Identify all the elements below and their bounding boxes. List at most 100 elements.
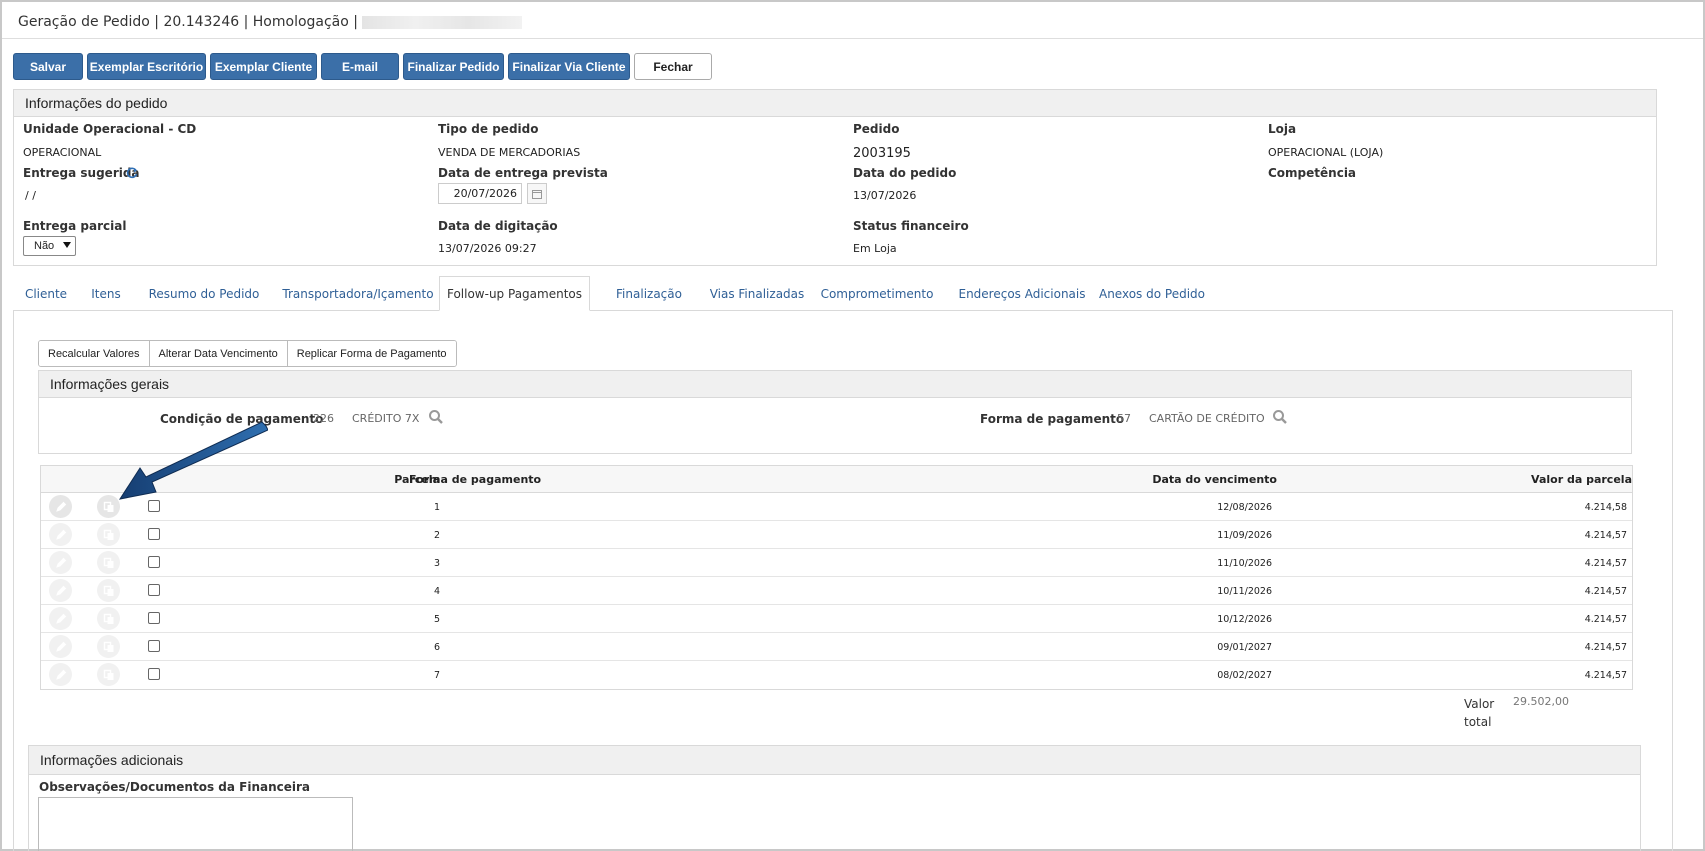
tab-followup-pagamentos[interactable]: Follow-up Pagamentos xyxy=(439,276,590,311)
col-forma-pagamento: Forma de pagamento xyxy=(409,473,542,486)
copy-icon[interactable] xyxy=(97,579,120,602)
total-label-line2: total xyxy=(1464,715,1492,729)
chevron-down-icon xyxy=(63,242,71,248)
row-checkbox[interactable] xyxy=(148,528,160,540)
tipo-pedido-label: Tipo de pedido xyxy=(438,122,539,136)
loja-label: Loja xyxy=(1268,122,1297,136)
total-value: 29.502,00 xyxy=(1513,695,1569,708)
finish-order-button[interactable]: Finalizar Pedido xyxy=(403,53,504,80)
copy-icon[interactable] xyxy=(97,663,120,686)
competencia-label: Competência xyxy=(1268,166,1357,180)
obs-label: Observações/Documentos da Financeira xyxy=(39,780,311,794)
entrega-sugerida-value: / / xyxy=(25,189,36,202)
order-info-header: Informações do pedido xyxy=(14,90,1656,117)
vencimento-cell: 09/01/2027 xyxy=(1217,642,1272,653)
forma-code: 57 xyxy=(1117,412,1131,425)
search-icon[interactable] xyxy=(428,409,444,425)
edit-icon[interactable] xyxy=(49,551,72,574)
loja-value: OPERACIONAL (LOJA) xyxy=(1268,146,1384,159)
copy-icon[interactable] xyxy=(97,523,120,546)
row-checkbox[interactable] xyxy=(148,584,160,596)
client-copy-button[interactable]: Exemplar Cliente xyxy=(210,53,317,80)
tab-anexos-pedido[interactable]: Anexos do Pedido xyxy=(1087,276,1217,311)
table-row: 1 12/08/2026 4.214,58 xyxy=(41,493,1632,521)
window-title: Geração de Pedido | 20.143246 | Homologa… xyxy=(18,14,358,30)
copy-icon[interactable] xyxy=(97,495,120,518)
data-digitacao-value: 13/07/2026 09:27 xyxy=(438,242,537,255)
save-button[interactable]: Salvar xyxy=(13,53,83,80)
valor-cell: 4.214,57 xyxy=(1584,558,1627,569)
edit-icon[interactable] xyxy=(49,663,72,686)
tab-comprometimento[interactable]: Comprometimento xyxy=(813,276,941,311)
parcela-cell: 7 xyxy=(433,670,440,681)
entrega-parcial-label: Entrega parcial xyxy=(23,219,127,233)
installments-table: Parcela Forma de pagamento Data do venci… xyxy=(40,465,1633,690)
copy-icon[interactable] xyxy=(97,607,120,630)
edit-icon[interactable] xyxy=(49,607,72,630)
tab-resumo-pedido[interactable]: Resumo do Pedido xyxy=(137,276,271,311)
parcela-cell: 5 xyxy=(433,614,440,625)
data-entrega-label: Data de entrega prevista xyxy=(438,166,608,180)
tab-itens[interactable]: Itens xyxy=(80,276,132,311)
valor-cell: 4.214,58 xyxy=(1584,502,1627,513)
vencimento-cell: 11/10/2026 xyxy=(1217,558,1272,569)
parcela-cell: 1 xyxy=(433,502,440,513)
calendar-icon[interactable] xyxy=(527,183,547,204)
entrega-parcial-value: Não xyxy=(34,240,55,252)
copy-icon[interactable] xyxy=(97,635,120,658)
general-info-header: Informações gerais xyxy=(39,371,1631,398)
data-pedido-label: Data do pedido xyxy=(853,166,957,180)
tab-cliente[interactable]: Cliente xyxy=(13,276,79,311)
entrega-parcial-select[interactable]: Não xyxy=(23,236,76,256)
copy-icon[interactable] xyxy=(97,551,120,574)
email-button[interactable]: E-mail xyxy=(321,53,399,80)
parcela-cell: 4 xyxy=(433,586,440,597)
vencimento-cell: 10/12/2026 xyxy=(1217,614,1272,625)
condicao-code: 226 xyxy=(313,412,334,425)
search-icon[interactable] xyxy=(1272,409,1288,425)
edit-icon[interactable] xyxy=(49,579,72,602)
edit-icon[interactable] xyxy=(49,523,72,546)
table-row: 5 10/12/2026 4.214,57 xyxy=(41,605,1632,633)
row-checkbox[interactable] xyxy=(148,556,160,568)
parcela-cell: 6 xyxy=(433,642,440,653)
vencimento-cell: 11/09/2026 xyxy=(1217,530,1272,541)
entrega-sugerida-label: Entrega sugerida xyxy=(23,166,140,180)
row-checkbox[interactable] xyxy=(148,500,160,512)
table-row: 6 09/01/2027 4.214,57 xyxy=(41,633,1632,661)
condicao-desc: CRÉDITO 7X xyxy=(352,412,420,425)
row-checkbox[interactable] xyxy=(148,640,160,652)
table-row: 7 08/02/2027 4.214,57 xyxy=(41,661,1632,689)
close-button[interactable]: Fechar xyxy=(634,53,712,80)
recalculate-button[interactable]: Recalcular Valores xyxy=(39,341,150,366)
vencimento-cell: 08/02/2027 xyxy=(1217,670,1272,681)
tab-finalizacao[interactable]: Finalização xyxy=(601,276,697,311)
obs-textarea[interactable] xyxy=(38,797,353,851)
valor-cell: 4.214,57 xyxy=(1584,586,1627,597)
col-valor-parcela: Valor da parcela xyxy=(1531,473,1632,486)
total-label-line1: Valor xyxy=(1464,697,1495,711)
edit-icon[interactable] xyxy=(49,495,72,518)
office-copy-button[interactable]: Exemplar Escritório xyxy=(87,53,206,80)
total-label: Valor total xyxy=(1464,695,1494,731)
change-due-date-button[interactable]: Alterar Data Vencimento xyxy=(149,341,288,366)
status-financeiro-value: Em Loja xyxy=(853,242,897,255)
row-checkbox[interactable] xyxy=(148,612,160,624)
table-header: Parcela Forma de pagamento Data do venci… xyxy=(41,466,1632,493)
table-row: 2 11/09/2026 4.214,57 xyxy=(41,521,1632,549)
vencimento-cell: 12/08/2026 xyxy=(1217,502,1272,513)
tab-enderecos-adicionais[interactable]: Endereços Adicionais xyxy=(942,276,1102,311)
main-toolbar: Salvar Exemplar Escritório Exemplar Clie… xyxy=(13,53,712,80)
tab-transportadora[interactable]: Transportadora/Içamento xyxy=(278,276,438,311)
parcela-cell: 3 xyxy=(433,558,440,569)
tab-vias-finalizadas[interactable]: Vias Finalizadas xyxy=(701,276,813,311)
table-row: 4 10/11/2026 4.214,57 xyxy=(41,577,1632,605)
edit-icon[interactable] xyxy=(49,635,72,658)
replicate-payment-button[interactable]: Replicar Forma de Pagamento xyxy=(287,341,456,366)
pedido-label: Pedido xyxy=(853,122,900,136)
col-data-vencimento: Data do vencimento xyxy=(1152,473,1277,486)
data-entrega-input[interactable]: 20/07/2026 xyxy=(438,183,522,204)
refresh-icon[interactable] xyxy=(126,167,138,179)
finish-client-copy-button[interactable]: Finalizar Via Cliente xyxy=(508,53,630,80)
row-checkbox[interactable] xyxy=(148,668,160,680)
